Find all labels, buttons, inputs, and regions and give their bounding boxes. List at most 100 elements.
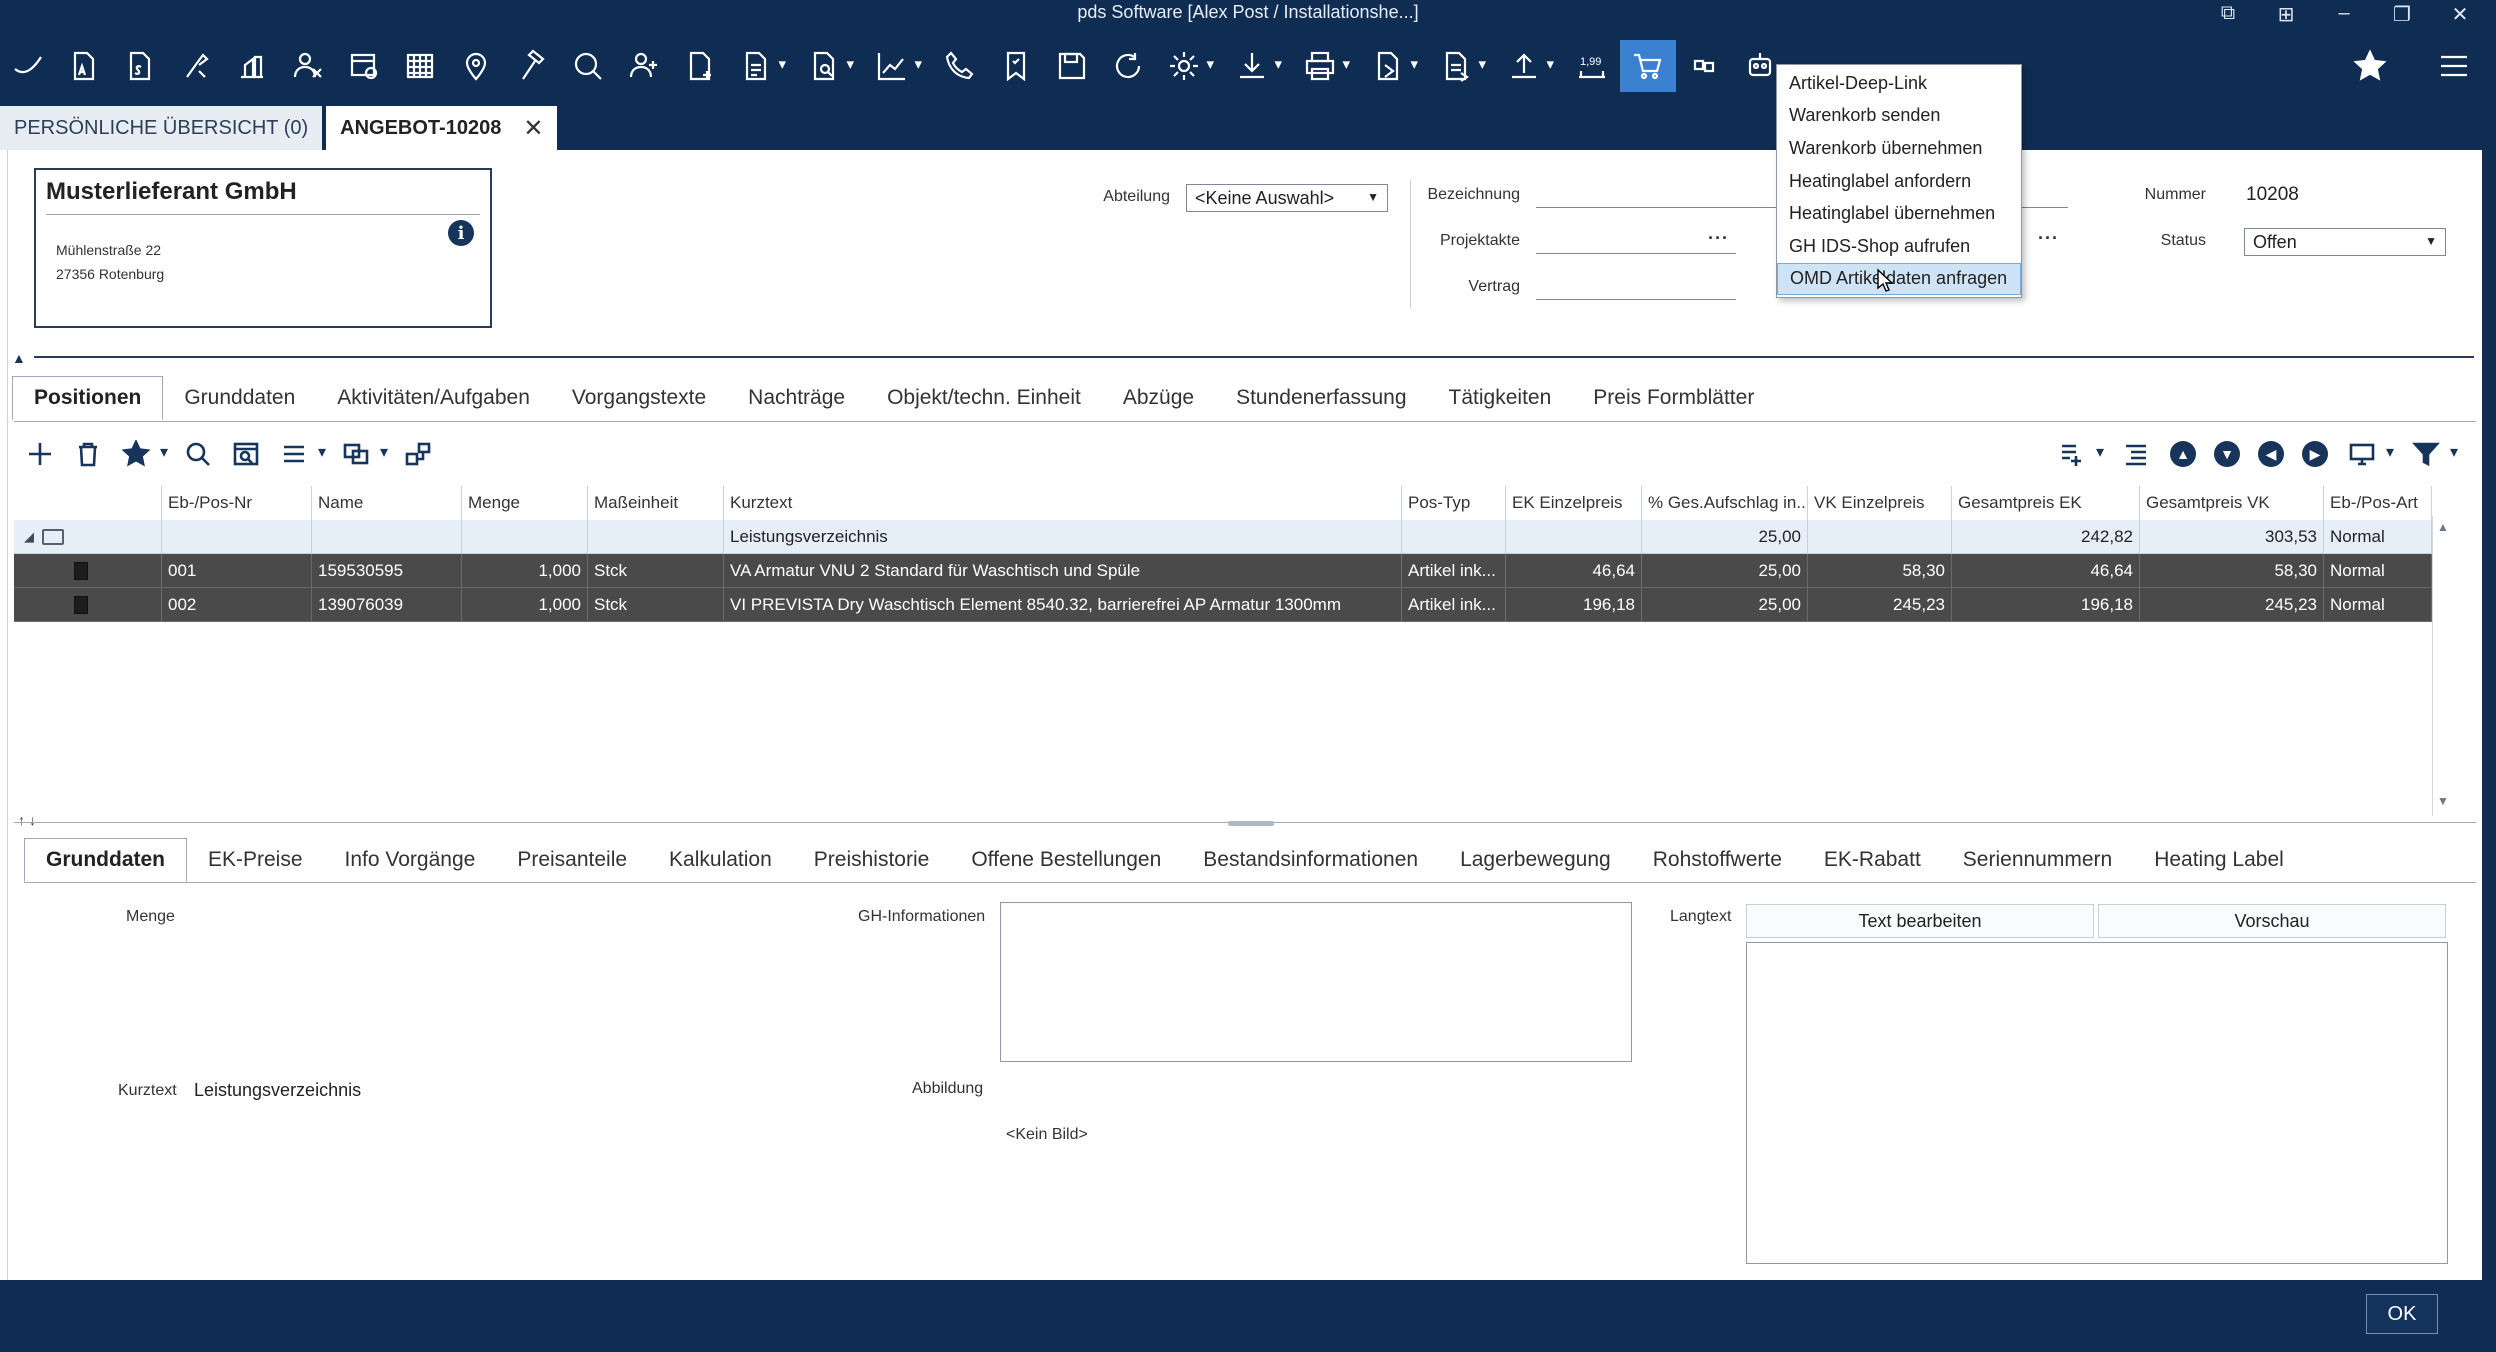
move-down-icon[interactable]: ▼ xyxy=(2214,441,2240,467)
col-header-gesamtpreis-vk[interactable]: Gesamtpreis VK xyxy=(2140,486,2324,520)
building-icon[interactable] xyxy=(224,40,280,92)
col-header-vk-einzelpreis[interactable]: VK Einzelpreis xyxy=(1808,486,1952,520)
search-magnifier-icon[interactable] xyxy=(560,40,616,92)
document-export-icon[interactable] xyxy=(1360,40,1418,92)
add-document-icon[interactable] xyxy=(672,40,728,92)
tab-preisanteile[interactable]: Preisanteile xyxy=(496,838,648,882)
map-pin-icon[interactable] xyxy=(448,40,504,92)
window-search-icon[interactable] xyxy=(230,436,262,472)
tab-info-vorgaenge[interactable]: Info Vorgänge xyxy=(324,838,497,882)
phone-icon[interactable] xyxy=(932,40,988,92)
tab-aktivitaeten[interactable]: Aktivitäten/Aufgaben xyxy=(316,376,551,420)
col-header-menge[interactable]: Menge xyxy=(462,486,588,520)
scroll-up-icon[interactable]: ▲ xyxy=(2437,520,2449,534)
favorite-star-dropdown-icon[interactable] xyxy=(120,436,168,472)
maximize-icon[interactable]: ❐ xyxy=(2390,2,2414,27)
grid-search-icon[interactable] xyxy=(182,436,214,472)
save-icon[interactable] xyxy=(1044,40,1100,92)
download-icon[interactable] xyxy=(1224,40,1282,92)
vertrag-field[interactable] xyxy=(1536,272,1736,300)
person-cancel-icon[interactable] xyxy=(280,40,336,92)
settings-gear-icon[interactable] xyxy=(1156,40,1214,92)
projektakte-field[interactable] xyxy=(1536,226,1736,254)
print-icon[interactable] xyxy=(1292,40,1350,92)
close-tab-icon[interactable]: ✕ xyxy=(523,114,543,143)
menu-item-omd-artikeldaten[interactable]: OMD Artikeldaten anfragen xyxy=(1777,262,2021,296)
outline-levels-icon[interactable] xyxy=(2120,436,2152,472)
calendar-grid-icon[interactable] xyxy=(392,40,448,92)
col-header-masseinheit[interactable]: Maßeinheit xyxy=(588,486,724,520)
tab-detail-grunddaten[interactable]: Grunddaten xyxy=(24,838,187,882)
tab-preishistorie[interactable]: Preishistorie xyxy=(793,838,951,882)
pane-splitter-handle[interactable] xyxy=(1228,821,1274,826)
list-view-icon[interactable] xyxy=(278,436,326,472)
tab-heating-label[interactable]: Heating Label xyxy=(2133,838,2305,882)
tab-angebot-10208[interactable]: ANGEBOT-10208 ✕ xyxy=(326,106,558,150)
shopping-cart-icon[interactable] xyxy=(1620,40,1676,92)
tab-grunddaten[interactable]: Grunddaten xyxy=(163,376,316,420)
filter-icon[interactable] xyxy=(2410,436,2458,472)
tab-offene-bestellungen[interactable]: Offene Bestellungen xyxy=(950,838,1182,882)
vorschau-button[interactable]: Vorschau xyxy=(2098,904,2446,938)
document-search-icon[interactable] xyxy=(796,40,854,92)
restore-view-icon[interactable]: ⧉ xyxy=(2216,2,2240,27)
col-header-name[interactable]: Name xyxy=(312,486,462,520)
tab-stundenerfassung[interactable]: Stundenerfassung xyxy=(1215,376,1427,420)
col-header-pos-typ[interactable]: Pos-Typ xyxy=(1402,486,1506,520)
favorite-star-icon[interactable] xyxy=(2342,40,2398,92)
tools-icon[interactable] xyxy=(168,40,224,92)
tab-abzuege[interactable]: Abzüge xyxy=(1102,376,1215,420)
bookmark-icon[interactable] xyxy=(988,40,1044,92)
document-list-icon[interactable] xyxy=(728,40,786,92)
line-chart-icon[interactable] xyxy=(864,40,922,92)
calendar-settings-icon[interactable] xyxy=(336,40,392,92)
tab-ek-preise[interactable]: EK-Preise xyxy=(187,838,324,882)
tab-seriennummern[interactable]: Seriennummern xyxy=(1942,838,2133,882)
tab-rohstoffwerte[interactable]: Rohstoffwerte xyxy=(1632,838,1803,882)
menu-item-gh-ids-shop[interactable]: GH IDS-Shop aufrufen xyxy=(1777,230,2021,263)
col-header-kurztext[interactable]: Kurztext xyxy=(724,486,1402,520)
col-header-aufschlag[interactable]: % Ges.Aufschlag in... xyxy=(1642,486,1808,520)
add-window-icon[interactable]: ⊞ xyxy=(2274,2,2298,27)
supplier-card[interactable]: Musterlieferant GmbH Mühlenstraße 22 273… xyxy=(34,168,492,328)
close-window-icon[interactable]: ✕ xyxy=(2448,2,2472,27)
hammer-icon[interactable] xyxy=(504,40,560,92)
menu-item-warenkorb-senden[interactable]: Warenkorb senden xyxy=(1777,100,2021,133)
refresh-icon[interactable] xyxy=(1100,40,1156,92)
status-select[interactable]: Offen xyxy=(2244,228,2446,256)
secondary-browse-button[interactable]: ··· xyxy=(2038,228,2059,249)
tab-preis-formblaetter[interactable]: Preis Formblätter xyxy=(1572,376,1775,420)
kurztext-value[interactable]: Leistungsverzeichnis xyxy=(194,1080,361,1101)
serie-doc-icon[interactable] xyxy=(112,40,168,92)
col-header-ek-einzelpreis[interactable]: EK Einzelpreis xyxy=(1506,486,1642,520)
logo-swoosh-icon[interactable] xyxy=(0,40,56,92)
text-bearbeiten-button[interactable]: Text bearbeiten xyxy=(1746,904,2094,938)
document-send-icon[interactable] xyxy=(1428,40,1486,92)
langtext-textarea[interactable] xyxy=(1746,942,2448,1264)
col-header-pos-nr[interactable]: Eb-/Pos-Nr xyxy=(162,486,312,520)
col-header-gesamtpreis-ek[interactable]: Gesamtpreis EK xyxy=(1952,486,2140,520)
upload-icon[interactable] xyxy=(1496,40,1554,92)
move-left-icon[interactable]: ◀ xyxy=(2258,441,2284,467)
add-person-icon[interactable] xyxy=(616,40,672,92)
col-header-pos-art[interactable]: Eb-/Pos-Art xyxy=(2324,486,2432,520)
minimize-icon[interactable]: – xyxy=(2332,2,2356,27)
tab-objekt-einheit[interactable]: Objekt/techn. Einheit xyxy=(866,376,1102,420)
menu-item-warenkorb-uebernehmen[interactable]: Warenkorb übernehmen xyxy=(1777,132,2021,165)
menu-item-heatinglabel-uebernehmen[interactable]: Heatinglabel übernehmen xyxy=(1777,197,2021,230)
tab-persoenliche-uebersicht[interactable]: PERSÖNLICHE ÜBERSICHT (0) xyxy=(0,106,323,150)
copy-transfer-icon[interactable] xyxy=(340,436,388,472)
tab-nachtraege[interactable]: Nachträge xyxy=(727,376,866,420)
table-row[interactable]: 002 139076039 1,000 Stck VI PREVISTA Dry… xyxy=(14,588,2432,622)
grid-vertical-scrollbar[interactable]: ▲ ▼ xyxy=(2432,516,2450,816)
pane-resize-arrows-icon[interactable]: ↑↓ xyxy=(18,812,40,828)
tab-positionen[interactable]: Positionen xyxy=(12,376,164,420)
menu-item-heatinglabel-anfordern[interactable]: Heatinglabel anfordern xyxy=(1777,165,2021,198)
tab-bestandsinformationen[interactable]: Bestandsinformationen xyxy=(1182,838,1439,882)
grid-group-row[interactable]: ◢ Leistungsverzeichnis 25,00 242,82 303,… xyxy=(14,520,2432,554)
insert-rows-icon[interactable] xyxy=(2056,436,2104,472)
price-scale-icon[interactable]: 1,99 xyxy=(1564,40,1620,92)
expand-caret-icon[interactable]: ◢ xyxy=(24,529,34,545)
delete-trash-icon[interactable] xyxy=(72,436,104,472)
tab-taetigkeiten[interactable]: Tätigkeiten xyxy=(1428,376,1573,420)
